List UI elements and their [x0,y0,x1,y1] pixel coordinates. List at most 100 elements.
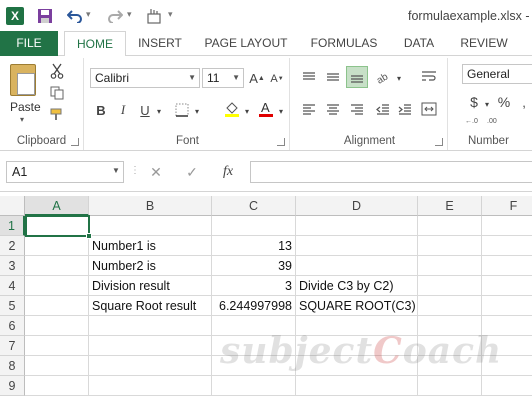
cell-b3[interactable]: Number2 is [89,256,212,276]
format-painter-icon[interactable] [48,106,66,124]
tab-file[interactable]: FILE [0,31,58,56]
orientation-icon[interactable]: ab [372,66,394,88]
grid-cell[interactable] [212,216,296,236]
tab-formulas[interactable]: FORMULAS [304,31,384,56]
grid-cell[interactable] [25,296,89,316]
comma-style-icon[interactable]: , [516,92,532,112]
font-color-dropdown-icon[interactable]: ▾ [276,102,286,120]
percent-style-button[interactable]: % [496,92,512,112]
grid-cell[interactable] [89,216,212,236]
cell-b4[interactable]: Division result [89,276,212,296]
customize-toolbar-icon[interactable]: ▾ [168,9,176,23]
undo-dropdown-icon[interactable]: ▾ [86,9,94,23]
name-box-dropdown-icon[interactable]: ▼ [112,166,120,175]
grid-cell[interactable] [25,256,89,276]
grid-cell[interactable] [418,236,482,256]
undo-icon[interactable] [66,7,84,25]
cell-c4[interactable]: 3 [212,276,296,296]
grid-cell[interactable] [482,236,532,256]
shrink-font-icon[interactable]: A ▼ [268,70,286,88]
row-header-5[interactable]: 5 [0,296,25,316]
font-color-icon[interactable]: A [256,98,276,120]
grid-cell[interactable] [89,356,212,376]
cancel-icon[interactable]: ✕ [144,161,168,183]
enter-icon[interactable]: ✓ [180,161,204,183]
grid-cell[interactable] [296,376,418,396]
merge-center-icon[interactable] [418,98,440,120]
grid-cell[interactable] [89,336,212,356]
row-header-3[interactable]: 3 [0,256,25,276]
row-header-4[interactable]: 4 [0,276,25,296]
font-launcher-icon[interactable] [277,138,285,146]
grid-cell[interactable] [418,376,482,396]
grid-cell[interactable] [25,376,89,396]
borders-dropdown-icon[interactable]: ▾ [192,102,202,120]
insert-function-button[interactable]: fx [216,161,240,183]
grid-cell[interactable] [89,316,212,336]
grid-cell[interactable] [296,236,418,256]
paste-dropdown-icon[interactable]: ▾ [20,115,24,124]
cell-b5[interactable]: Square Root result [89,296,212,316]
align-top-icon[interactable] [298,66,320,88]
clipboard-launcher-icon[interactable] [71,138,79,146]
tab-page-layout[interactable]: PAGE LAYOUT [198,31,294,56]
redo-dropdown-icon[interactable]: ▾ [127,9,135,23]
row-header-2[interactable]: 2 [0,236,25,256]
redo-icon[interactable] [106,7,124,25]
column-header-b[interactable]: B [89,196,212,216]
grid-cell[interactable] [25,236,89,256]
cell-b2[interactable]: Number1 is [89,236,212,256]
align-left-icon[interactable] [298,98,320,120]
wrap-text-icon[interactable] [418,66,440,88]
grid-cell[interactable] [296,216,418,236]
grid-cell[interactable] [482,376,532,396]
save-icon[interactable] [36,7,54,25]
name-box[interactable]: A1 [6,161,124,183]
grid-cell[interactable] [418,216,482,236]
font-name-select[interactable]: Calibri ▼ [90,68,200,88]
paste-button[interactable]: Paste [10,100,41,114]
increase-indent-icon[interactable] [394,98,416,120]
align-right-icon[interactable] [346,98,368,120]
column-header-f[interactable]: F [482,196,532,216]
italic-button[interactable]: I [114,100,132,120]
fill-color-dropdown-icon[interactable]: ▾ [242,102,252,120]
grid-cell[interactable] [25,356,89,376]
tab-review[interactable]: REVIEW [454,31,514,56]
accounting-dropdown-icon[interactable]: ▾ [482,96,492,112]
select-all-corner[interactable] [0,196,25,216]
column-header-d[interactable]: D [296,196,418,216]
underline-dropdown-icon[interactable]: ▾ [154,102,164,120]
alignment-launcher-icon[interactable] [435,138,443,146]
tab-home[interactable]: HOME [64,31,126,57]
touch-mode-icon[interactable] [146,7,164,25]
align-middle-icon[interactable] [322,66,344,88]
grid-cell[interactable] [418,256,482,276]
cell-c5[interactable]: 6.244997998 [212,296,296,316]
column-header-c[interactable]: C [212,196,296,216]
underline-button[interactable]: U [136,100,154,120]
grid-cell[interactable] [25,316,89,336]
grid-cell[interactable] [482,216,532,236]
row-header-1[interactable]: 1 [0,216,25,236]
cell-d5[interactable]: SQUARE ROOT(C3) [296,296,418,316]
decrease-decimal-icon[interactable]: .00 [486,112,506,128]
cell-c2[interactable]: 13 [212,236,296,256]
borders-icon[interactable] [172,100,192,120]
tab-insert[interactable]: INSERT [132,31,188,56]
decrease-indent-icon[interactable] [372,98,394,120]
cut-icon[interactable] [48,62,66,80]
grid-cell[interactable] [25,336,89,356]
row-header-7[interactable]: 7 [0,336,25,356]
grid-cell[interactable] [482,276,532,296]
number-format-select[interactable]: General [462,64,532,84]
formula-input[interactable] [250,161,532,183]
grow-font-icon[interactable]: A ▲ [248,68,266,88]
grid-cell[interactable] [212,376,296,396]
orientation-dropdown-icon[interactable]: ▾ [394,70,404,86]
cell-d4[interactable]: Divide C3 by C2) [296,276,418,296]
formula-bar-grip-icon[interactable]: ⋮ [130,165,140,176]
row-header-8[interactable]: 8 [0,356,25,376]
copy-icon[interactable] [48,84,66,102]
row-header-6[interactable]: 6 [0,316,25,336]
